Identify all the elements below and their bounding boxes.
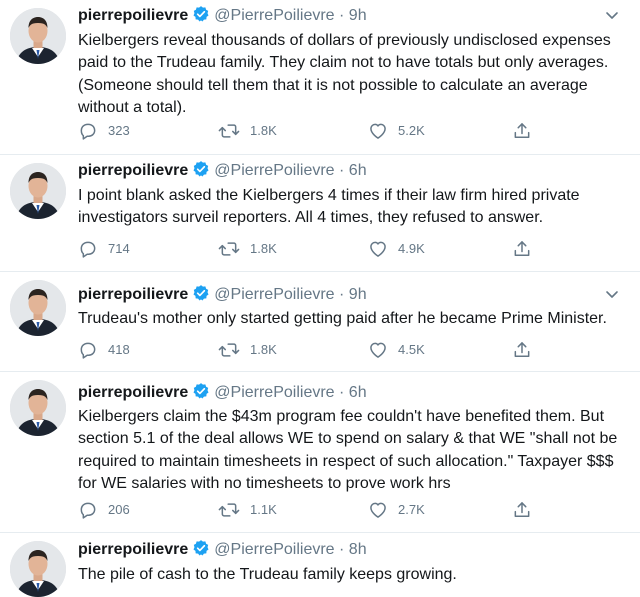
- tweet[interactable]: pierrepoilievre @PierrePoilievre · 9h Tru…: [0, 272, 640, 372]
- tweet-header: pierrepoilievre @PierrePoilievre · 8h: [78, 538, 630, 562]
- retweet-icon: [218, 239, 240, 259]
- tweet-header: pierrepoilievre @PierrePoilievre · 6h: [78, 381, 630, 405]
- tweet-feed: pierrepoilievre @PierrePoilievre · 9h Kie…: [0, 0, 640, 597]
- retweet-button[interactable]: 1.1K: [218, 498, 277, 522]
- tweet[interactable]: pierrepoilievre @PierrePoilievre · 6h I p…: [0, 155, 640, 272]
- tweet-text: Kielbergers claim the $43m program fee c…: [78, 408, 618, 493]
- avatar[interactable]: [10, 280, 66, 336]
- reply-icon: [78, 500, 98, 520]
- tweet[interactable]: pierrepoilievre @PierrePoilievre · 9h Kie…: [0, 0, 640, 155]
- avatar[interactable]: [10, 380, 66, 436]
- like-button[interactable]: 4.5K: [368, 338, 425, 362]
- like-count: 4.5K: [398, 342, 425, 357]
- tweet-text: The pile of cash to the Trudeau family k…: [78, 566, 457, 583]
- like-button[interactable]: 4.9K: [368, 237, 425, 261]
- share-button[interactable]: [512, 237, 532, 261]
- verified-badge-icon: [192, 160, 210, 186]
- separator-dot: ·: [339, 541, 345, 558]
- timestamp[interactable]: 6h: [349, 162, 367, 179]
- tweet[interactable]: pierrepoilievre @PierrePoilievre · 8h The…: [0, 533, 640, 597]
- author-name[interactable]: pierrepoilievre: [78, 384, 188, 401]
- tweet[interactable]: pierrepoilievre @PierrePoilievre · 6h Kie…: [0, 372, 640, 533]
- tweet-text: I point blank asked the Kielbergers 4 ti…: [78, 187, 580, 227]
- reply-icon: [78, 239, 98, 259]
- like-count: 2.7K: [398, 502, 425, 517]
- retweet-button[interactable]: 1.8K: [218, 237, 277, 261]
- like-count: 4.9K: [398, 241, 425, 256]
- verified-badge-icon: [192, 5, 210, 31]
- author-name[interactable]: pierrepoilievre: [78, 162, 188, 179]
- verified-badge-icon: [192, 539, 210, 565]
- verified-badge-icon: [192, 382, 210, 408]
- reply-count: 418: [108, 342, 130, 357]
- like-icon: [368, 121, 388, 141]
- tweet-header: pierrepoilievre @PierrePoilievre · 9h: [78, 283, 630, 307]
- share-icon: [512, 121, 532, 141]
- author-handle[interactable]: @PierrePoilievre: [214, 541, 334, 558]
- like-icon: [368, 340, 388, 360]
- author-handle[interactable]: @PierrePoilievre: [214, 7, 334, 24]
- timestamp[interactable]: 9h: [349, 7, 367, 24]
- tweet-header: pierrepoilievre @PierrePoilievre · 9h: [78, 4, 630, 28]
- share-icon: [512, 340, 532, 360]
- avatar[interactable]: [10, 541, 66, 597]
- author-name[interactable]: pierrepoilievre: [78, 541, 188, 558]
- reply-count: 714: [108, 241, 130, 256]
- reply-button[interactable]: 323: [78, 119, 130, 143]
- reply-count: 323: [108, 123, 130, 138]
- retweet-count: 1.8K: [250, 241, 277, 256]
- retweet-count: 1.8K: [250, 342, 277, 357]
- retweet-icon: [218, 500, 240, 520]
- avatar[interactable]: [10, 8, 66, 64]
- share-button[interactable]: [512, 338, 532, 362]
- share-button[interactable]: [512, 498, 532, 522]
- like-count: 5.2K: [398, 123, 425, 138]
- author-name[interactable]: pierrepoilievre: [78, 7, 188, 24]
- like-icon: [368, 239, 388, 259]
- like-button[interactable]: 2.7K: [368, 498, 425, 522]
- separator-dot: ·: [339, 384, 345, 401]
- like-icon: [368, 500, 388, 520]
- reply-button[interactable]: 206: [78, 498, 130, 522]
- separator-dot: ·: [339, 286, 345, 303]
- retweet-button[interactable]: 1.8K: [218, 338, 277, 362]
- retweet-count: 1.8K: [250, 123, 277, 138]
- chevron-down-icon[interactable]: [604, 283, 622, 307]
- author-handle[interactable]: @PierrePoilievre: [214, 162, 334, 179]
- retweet-count: 1.1K: [250, 502, 277, 517]
- separator-dot: ·: [339, 7, 345, 24]
- chevron-down-icon[interactable]: [604, 4, 622, 28]
- separator-dot: ·: [339, 162, 345, 179]
- reply-count: 206: [108, 502, 130, 517]
- timestamp[interactable]: 6h: [349, 384, 367, 401]
- reply-button[interactable]: 714: [78, 237, 130, 261]
- author-handle[interactable]: @PierrePoilievre: [214, 286, 334, 303]
- tweet-header: pierrepoilievre @PierrePoilievre · 6h: [78, 159, 630, 183]
- timestamp[interactable]: 8h: [349, 541, 367, 558]
- avatar[interactable]: [10, 163, 66, 219]
- share-icon: [512, 239, 532, 259]
- like-button[interactable]: 5.2K: [368, 119, 425, 143]
- verified-badge-icon: [192, 284, 210, 310]
- retweet-button[interactable]: 1.8K: [218, 119, 277, 143]
- tweet-text: Kielbergers reveal thousands of dollars …: [78, 32, 611, 117]
- share-button[interactable]: [512, 119, 532, 143]
- timestamp[interactable]: 9h: [349, 286, 367, 303]
- tweet-text: Trudeau's mother only started getting pa…: [78, 310, 607, 327]
- author-name[interactable]: pierrepoilievre: [78, 286, 188, 303]
- reply-button[interactable]: 418: [78, 338, 130, 362]
- reply-icon: [78, 340, 98, 360]
- author-handle[interactable]: @PierrePoilievre: [214, 384, 334, 401]
- retweet-icon: [218, 121, 240, 141]
- retweet-icon: [218, 340, 240, 360]
- reply-icon: [78, 121, 98, 141]
- share-icon: [512, 500, 532, 520]
